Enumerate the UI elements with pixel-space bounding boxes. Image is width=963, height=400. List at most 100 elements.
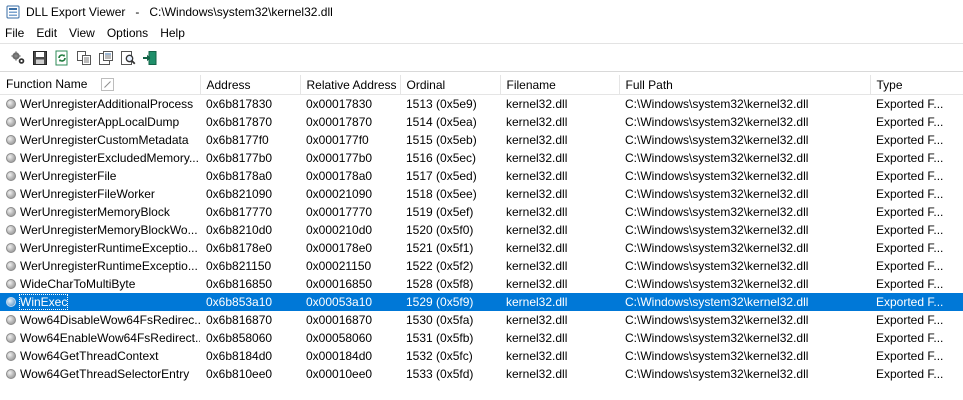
cell-type: Exported F... xyxy=(876,277,944,291)
table-row[interactable]: Wow64GetThreadSelectorEntry 0x6b810ee0 0x0… xyxy=(0,365,963,383)
table-row[interactable]: WerUnregisterMemoryBlock 0x6b817770 0x0001… xyxy=(0,203,963,221)
cell-address: 0x6b816870 xyxy=(206,313,273,327)
function-name-text: Wow64DisableWow64FsRedirec... xyxy=(20,313,200,327)
cell-full-path: C:\Windows\system32\kernel32.dll xyxy=(625,277,809,291)
menu-help[interactable]: Help xyxy=(154,24,191,42)
table-row[interactable]: WerUnregisterAppLocalDump 0x6b817870 0x000… xyxy=(0,113,963,131)
function-bullet-icon xyxy=(6,260,16,271)
html-report-icon[interactable] xyxy=(96,48,116,68)
column-header-ordinal[interactable]: Ordinal xyxy=(400,75,501,95)
table-row[interactable]: WinExec 0x6b853a10 0x00053a10 1529 (0x5f9) k… xyxy=(0,293,963,311)
function-bullet-icon xyxy=(6,278,16,289)
dll-export-viewer-window: DLL Export Viewer - C:\Windows\system32\… xyxy=(0,0,963,400)
cell-type: Exported F... xyxy=(876,241,944,255)
function-name-text: WerUnregisterExcludedMemory... xyxy=(20,151,199,165)
cell-function-name: WerUnregisterMemoryBlock xyxy=(0,203,200,221)
cell-filename: kernel32.dll xyxy=(500,293,619,311)
properties-gear-icon[interactable] xyxy=(8,48,28,68)
table-row[interactable]: WerUnregisterMemoryBlockWo... 0x6b8210d0 0… xyxy=(0,221,963,239)
cell-ordinal: 1516 (0x5ec) xyxy=(406,151,477,165)
column-header-relative-address[interactable]: Relative Address xyxy=(300,75,401,95)
cell-function-name: WerUnregisterFileWorker xyxy=(0,185,200,203)
cell-ordinal: 1533 (0x5fd) xyxy=(406,367,474,381)
table-row[interactable]: WerUnregisterRuntimeExceptio... 0x6b8178e… xyxy=(0,239,963,257)
title-bar[interactable]: DLL Export Viewer - C:\Windows\system32\… xyxy=(0,0,963,24)
table-row[interactable]: WerUnregisterFile 0x6b8178a0 0x000178a0 151… xyxy=(0,167,963,185)
cell-type: Exported F... xyxy=(876,97,944,111)
cell-full-path: C:\Windows\system32\kernel32.dll xyxy=(625,259,809,273)
copy-icon[interactable] xyxy=(74,48,94,68)
app-icon xyxy=(6,5,20,19)
function-bullet-icon xyxy=(6,224,16,235)
cell-address: 0x6b810ee0 xyxy=(206,367,273,381)
table-row[interactable]: WerUnregisterCustomMetadata 0x6b8177f0 0x0… xyxy=(0,131,963,149)
table-row[interactable]: WerUnregisterFileWorker 0x6b821090 0x00021… xyxy=(0,185,963,203)
cell-filename: kernel32.dll xyxy=(506,97,568,111)
toolbar xyxy=(0,43,963,72)
cell-ordinal: 1521 (0x5f1) xyxy=(406,241,474,255)
function-name-text: WerUnregisterMemoryBlock xyxy=(20,205,170,219)
cell-full-path: C:\Windows\system32\kernel32.dll xyxy=(625,133,809,147)
cell-relative-address: 0x00021090 xyxy=(306,187,373,201)
cell-full-path: C:\Windows\system32\kernel32.dll xyxy=(625,97,809,111)
find-icon[interactable] xyxy=(118,48,138,68)
table-row[interactable]: Wow64GetThreadContext 0x6b8184d0 0x000184d… xyxy=(0,347,963,365)
column-header-type[interactable]: Type xyxy=(870,75,963,95)
cell-ordinal: 1528 (0x5f8) xyxy=(406,277,474,291)
function-bullet-icon xyxy=(6,296,16,307)
table-row[interactable]: WerUnregisterAdditionalProcess 0x6b817830… xyxy=(0,95,963,114)
column-header-full-path[interactable]: Full Path xyxy=(619,75,871,95)
cell-filename: kernel32.dll xyxy=(506,223,568,237)
cell-type: Exported F... xyxy=(876,187,944,201)
exports-list-view[interactable]: Function Name Address Relative Address O… xyxy=(0,75,963,400)
cell-address: 0x6b8184d0 xyxy=(206,349,273,363)
refresh-icon[interactable] xyxy=(52,48,72,68)
exit-icon[interactable] xyxy=(140,48,160,68)
menu-bar: File Edit View Options Help xyxy=(0,24,963,42)
cell-ordinal: 1520 (0x5f0) xyxy=(406,223,474,237)
save-icon[interactable] xyxy=(30,48,50,68)
function-name-text: WerUnregisterFile xyxy=(20,169,117,183)
cell-ordinal: 1531 (0x5fb) xyxy=(406,331,474,345)
cell-address: 0x6b817830 xyxy=(206,97,273,111)
cell-function-name: WideCharToMultiByte xyxy=(0,275,200,293)
cell-type: Exported F... xyxy=(876,133,944,147)
cell-type: Exported F... xyxy=(876,313,944,327)
cell-function-name: Wow64GetThreadContext xyxy=(0,347,200,365)
table-row[interactable]: Wow64DisableWow64FsRedirec... 0x6b816870 0… xyxy=(0,311,963,329)
cell-address: 0x6b821150 xyxy=(206,259,272,273)
cell-full-path: C:\Windows\system32\kernel32.dll xyxy=(625,331,809,345)
window-title: DLL Export Viewer - C:\Windows\system32\… xyxy=(26,5,333,19)
cell-relative-address: 0x000177b0 xyxy=(306,151,373,165)
cell-relative-address: 0x000178a0 xyxy=(306,169,373,183)
cell-full-path: C:\Windows\system32\kernel32.dll xyxy=(625,241,809,255)
cell-function-name: WerUnregisterAppLocalDump xyxy=(0,113,200,131)
cell-full-path: C:\Windows\system32\kernel32.dll xyxy=(625,313,809,327)
table-row[interactable]: WideCharToMultiByte 0x6b816850 0x00016850 1… xyxy=(0,275,963,293)
cell-ordinal: 1529 (0x5f9) xyxy=(400,293,500,311)
table-row[interactable]: WerUnregisterExcludedMemory... 0x6b8177b0… xyxy=(0,149,963,167)
cell-relative-address: 0x00016870 xyxy=(306,313,373,327)
cell-address: 0x6b858060 xyxy=(206,331,273,345)
cell-filename: kernel32.dll xyxy=(506,241,568,255)
column-header-function-name[interactable]: Function Name xyxy=(0,75,201,95)
function-bullet-icon xyxy=(6,242,16,253)
menu-file[interactable]: File xyxy=(0,24,30,42)
menu-view[interactable]: View xyxy=(63,24,101,42)
cell-function-name: WerUnregisterAdditionalProcess xyxy=(0,95,200,114)
cell-relative-address: 0x000210d0 xyxy=(306,223,373,237)
cell-full-path: C:\Windows\system32\kernel32.dll xyxy=(625,367,809,381)
function-bullet-icon xyxy=(6,98,16,109)
table-row[interactable]: Wow64EnableWow64FsRedirect... 0x6b858060 0… xyxy=(0,329,963,347)
cell-relative-address: 0x00017870 xyxy=(306,115,373,129)
cell-address: 0x6b8178e0 xyxy=(206,241,273,255)
cell-full-path: C:\Windows\system32\kernel32.dll xyxy=(625,187,809,201)
cell-type: Exported F... xyxy=(876,151,944,165)
column-header-address[interactable]: Address xyxy=(200,75,301,95)
menu-options[interactable]: Options xyxy=(101,24,154,42)
column-header-filename[interactable]: Filename xyxy=(500,75,620,95)
menu-edit[interactable]: Edit xyxy=(30,24,63,42)
cell-ordinal: 1519 (0x5ef) xyxy=(406,205,474,219)
table-row[interactable]: WerUnregisterRuntimeExceptio... 0x6b82115… xyxy=(0,257,963,275)
cell-ordinal: 1518 (0x5ee) xyxy=(406,187,477,201)
